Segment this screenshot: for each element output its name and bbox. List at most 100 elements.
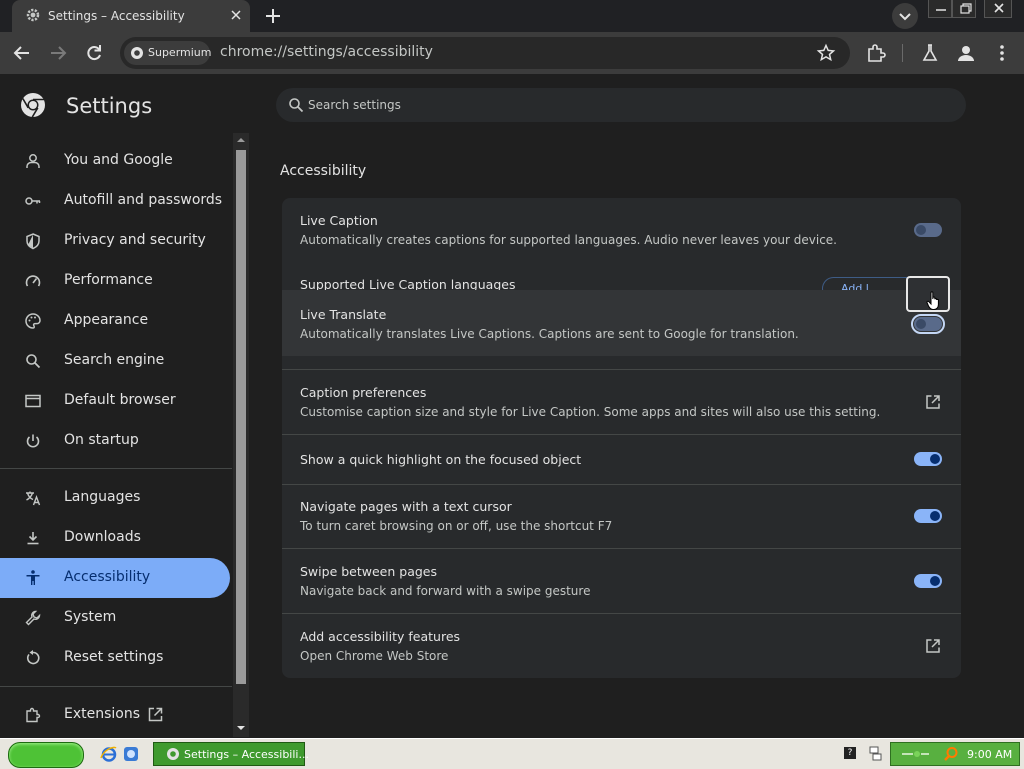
sidebar-item-label: On startup: [64, 432, 139, 448]
sidebar-item-label: Accessibility: [64, 569, 151, 585]
accessibility-card: Live Caption Automatically creates capti…: [282, 198, 961, 678]
sidebar-item-languages[interactable]: Languages: [0, 478, 230, 518]
extensions-puzzle-icon: [24, 706, 42, 724]
live-caption-subtitle: Automatically creates captions for suppo…: [300, 233, 837, 247]
sidebar-item-label: Privacy and security: [64, 232, 206, 248]
browser-logo-icon: [130, 46, 144, 60]
window-close-button[interactable]: [984, 0, 1012, 18]
site-info-chip[interactable]: Supermium: [124, 41, 212, 65]
page-title: Settings: [66, 94, 153, 118]
help-icon[interactable]: ?: [844, 747, 856, 759]
speedometer-icon: [24, 272, 42, 290]
star-icon[interactable]: [816, 43, 836, 63]
toolbar: Supermium chrome://settings/accessibilit…: [0, 32, 1024, 74]
close-icon[interactable]: [228, 7, 244, 23]
tab-search-button[interactable]: [892, 3, 918, 29]
live-translate-toggle[interactable]: [911, 314, 945, 334]
sidebar-item-reset[interactable]: Reset settings: [0, 638, 230, 678]
caption-prefs-subtitle: Customise caption size and style for Liv…: [300, 405, 881, 419]
search-magnifier-icon[interactable]: [943, 746, 959, 762]
sidebar-item-autofill[interactable]: Autofill and passwords: [0, 181, 230, 221]
add-features-title: Add accessibility features: [300, 629, 461, 644]
back-arrow-icon[interactable]: [10, 41, 34, 65]
wrench-icon: [24, 609, 42, 627]
caption-prefs-title: Caption preferences: [300, 385, 427, 400]
live-translate-subtitle: Automatically translates Live Captions. …: [300, 327, 799, 341]
open-in-new-icon[interactable]: [925, 394, 941, 410]
sidebar-item-performance[interactable]: Performance: [0, 261, 230, 301]
system-tray: 9:00 AM: [890, 742, 1020, 766]
sidebar-item-on-startup[interactable]: On startup: [0, 421, 230, 461]
download-icon: [24, 529, 42, 547]
row-divider: [282, 613, 961, 614]
taskbar-window-settings[interactable]: Settings – Accessibili...: [153, 742, 309, 766]
sidebar-item-extensions[interactable]: Extensions: [0, 695, 230, 735]
row-divider: [282, 434, 961, 435]
network-icon[interactable]: [868, 745, 882, 761]
palette-icon: [24, 312, 42, 330]
hand-pointer-cursor-icon: [926, 291, 942, 311]
sidebar-item-downloads[interactable]: Downloads: [0, 518, 230, 558]
os-taskbar: Settings – Accessibili... ? 9:00 AM: [0, 738, 1024, 769]
sidebar-item-privacy[interactable]: Privacy and security: [0, 221, 230, 261]
sidebar-item-label: Appearance: [64, 312, 149, 328]
sidebar-item-appearance[interactable]: Appearance: [0, 301, 230, 341]
sidebar-item-label: Default browser: [64, 392, 176, 408]
sidebar-item-label: Extensions: [64, 706, 141, 722]
reload-icon[interactable]: [82, 41, 106, 65]
accessibility-icon: [24, 569, 42, 587]
minimize-button[interactable]: [928, 0, 952, 18]
quick-launch-app-icon[interactable]: [122, 745, 140, 763]
chrome-logo-icon: [20, 92, 46, 118]
browser-window-icon: [24, 392, 42, 410]
restore-button[interactable]: [952, 0, 976, 18]
scroll-up-arrow-icon[interactable]: [236, 136, 246, 144]
sidebar-item-search-engine[interactable]: Search engine: [0, 341, 230, 381]
internet-explorer-icon[interactable]: [100, 745, 118, 763]
live-caption-title: Live Caption: [300, 213, 378, 228]
clock: 9:00 AM: [967, 748, 1013, 761]
address-bar[interactable]: Supermium chrome://settings/accessibilit…: [120, 37, 850, 69]
sidebar-item-you-and-google[interactable]: You and Google: [0, 141, 230, 181]
new-tab-button[interactable]: [262, 5, 284, 27]
url-text[interactable]: chrome://settings/accessibility: [220, 44, 433, 60]
labs-flask-icon[interactable]: [918, 41, 942, 65]
live-translate-title: Live Translate: [300, 307, 387, 322]
swipe-toggle[interactable]: [914, 574, 942, 588]
swipe-title: Swipe between pages: [300, 564, 437, 579]
person-icon: [24, 152, 42, 170]
translate-icon: [24, 489, 42, 507]
search-settings-input[interactable]: Search settings: [276, 88, 966, 122]
live-translate-row[interactable]: [282, 290, 961, 356]
extensions-puzzle-icon[interactable]: [864, 41, 888, 65]
quick-highlight-toggle[interactable]: [914, 452, 942, 466]
sidebar-item-label: Reset settings: [64, 649, 164, 665]
scroll-down-arrow-icon[interactable]: [236, 724, 246, 732]
key-icon: [24, 192, 42, 210]
sidebar-item-default-browser[interactable]: Default browser: [0, 381, 230, 421]
section-title: Accessibility: [280, 163, 367, 179]
scrollbar-thumb[interactable]: [236, 150, 246, 684]
sidebar-divider: [0, 468, 232, 469]
sidebar-item-system[interactable]: System: [0, 598, 230, 638]
taskbar-window-label: Settings – Accessibili...: [184, 748, 309, 761]
forward-arrow-icon[interactable]: [46, 41, 70, 65]
profile-avatar-icon[interactable]: [954, 41, 978, 65]
tab-settings[interactable]: Settings – Accessibility: [12, 0, 250, 32]
sidebar-item-label: Autofill and passwords: [64, 192, 223, 208]
search-placeholder: Search settings: [308, 98, 401, 112]
sidebar-item-accessibility[interactable]: Accessibility: [0, 558, 230, 598]
live-caption-toggle[interactable]: [914, 223, 942, 237]
kebab-menu-icon[interactable]: [990, 41, 1014, 65]
sidebar-item-label: You and Google: [64, 152, 173, 168]
tray-app-icon[interactable]: [901, 748, 931, 760]
reset-icon: [24, 649, 42, 667]
row-divider: [282, 484, 961, 485]
row-divider: [282, 548, 961, 549]
power-icon: [24, 432, 42, 450]
text-cursor-toggle[interactable]: [914, 509, 942, 523]
tab-title: Settings – Accessibility: [48, 9, 185, 23]
open-in-new-icon[interactable]: [925, 638, 941, 654]
start-button[interactable]: [8, 742, 84, 768]
text-cursor-title: Navigate pages with a text cursor: [300, 499, 512, 514]
